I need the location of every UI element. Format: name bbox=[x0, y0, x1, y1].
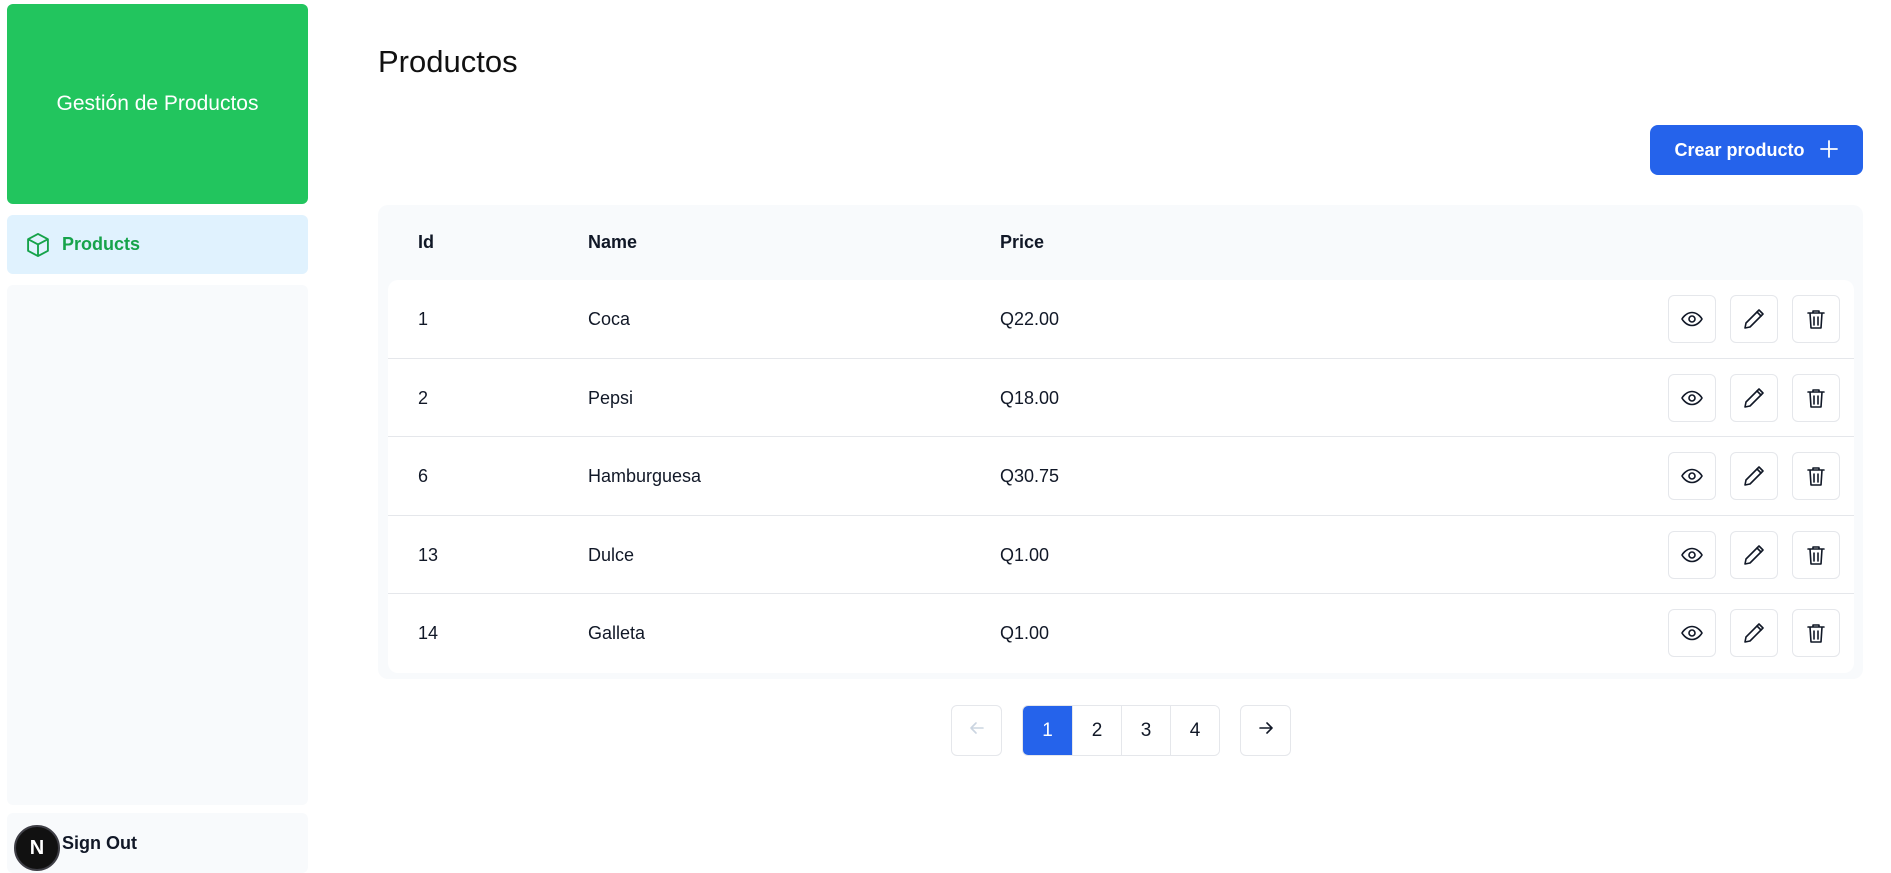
arrow-right-icon bbox=[1256, 718, 1276, 743]
edit-button[interactable] bbox=[1730, 452, 1778, 500]
eye-icon bbox=[1680, 464, 1704, 488]
next-page-button[interactable] bbox=[1240, 705, 1291, 756]
arrow-left-icon bbox=[967, 718, 987, 743]
prev-page-button[interactable] bbox=[951, 705, 1002, 756]
trash-icon bbox=[1804, 464, 1828, 488]
sidebar-item-products[interactable]: Products bbox=[7, 215, 308, 274]
edit-button[interactable] bbox=[1730, 295, 1778, 343]
eye-icon bbox=[1680, 307, 1704, 331]
pencil-icon bbox=[1742, 307, 1766, 331]
eye-icon bbox=[1680, 543, 1704, 567]
page-button-2[interactable]: 2 bbox=[1072, 706, 1121, 755]
cell-name: Pepsi bbox=[588, 387, 634, 408]
cell-id: 2 bbox=[418, 387, 429, 408]
sign-out-label: Sign Out bbox=[62, 832, 137, 853]
edit-button[interactable] bbox=[1730, 530, 1778, 579]
page-title: Productos bbox=[378, 44, 518, 79]
sidebar-item-label: Products bbox=[62, 234, 141, 254]
products-table: Id Name Price 1 Coca Q22.00 2 Pepsi Q18.00 6 Ha… bbox=[378, 205, 1863, 679]
row-actions bbox=[1668, 530, 1840, 579]
trash-icon bbox=[1804, 621, 1828, 645]
eye-icon bbox=[1680, 386, 1704, 410]
table-body: 1 Coca Q22.00 2 Pepsi Q18.00 6 Hamburguesa Q30.7… bbox=[388, 280, 1854, 673]
brand-title: Gestión de Productos bbox=[56, 92, 259, 115]
cell-name: Coca bbox=[588, 309, 631, 329]
header-price: Price bbox=[1000, 232, 1045, 252]
cell-price: Q1.00 bbox=[1000, 623, 1050, 643]
cell-price: Q18.00 bbox=[1000, 387, 1060, 408]
cell-price: Q1.00 bbox=[1000, 544, 1050, 565]
plus-icon bbox=[1819, 137, 1839, 163]
table-row: 1 Coca Q22.00 bbox=[388, 280, 1854, 359]
delete-button[interactable] bbox=[1792, 373, 1840, 422]
pagination: 1234 bbox=[951, 705, 1291, 756]
cube-icon bbox=[24, 231, 52, 259]
delete-button[interactable] bbox=[1792, 452, 1840, 500]
table-row: 14 Galleta Q1.00 bbox=[388, 594, 1854, 673]
trash-icon bbox=[1804, 543, 1828, 567]
sidebar-empty-area bbox=[7, 285, 308, 805]
view-button[interactable] bbox=[1668, 373, 1716, 422]
delete-button[interactable] bbox=[1792, 530, 1840, 579]
page-number-group: 1234 bbox=[1022, 705, 1220, 756]
brand-banner: Gestión de Productos bbox=[7, 4, 308, 204]
pencil-icon bbox=[1742, 464, 1766, 488]
view-button[interactable] bbox=[1668, 295, 1716, 343]
cell-id: 1 bbox=[418, 309, 429, 329]
cell-name: Hamburguesa bbox=[588, 466, 702, 486]
create-product-label: Crear producto bbox=[1674, 139, 1805, 160]
row-actions bbox=[1668, 452, 1840, 500]
pencil-icon bbox=[1742, 543, 1766, 567]
header-name: Name bbox=[588, 232, 638, 252]
cell-id: 6 bbox=[418, 466, 429, 486]
table-row: 6 Hamburguesa Q30.75 bbox=[388, 437, 1854, 516]
delete-button[interactable] bbox=[1792, 295, 1840, 343]
page-button-1[interactable]: 1 bbox=[1023, 706, 1072, 755]
row-actions bbox=[1668, 373, 1840, 422]
view-button[interactable] bbox=[1668, 452, 1716, 500]
cell-name: Dulce bbox=[588, 544, 635, 565]
view-button[interactable] bbox=[1668, 530, 1716, 579]
cell-price: Q30.75 bbox=[1000, 466, 1060, 486]
badge-letter: N bbox=[29, 836, 45, 859]
create-product-button[interactable]: Crear producto bbox=[1650, 125, 1863, 175]
header-id: Id bbox=[418, 232, 434, 252]
pencil-icon bbox=[1742, 621, 1766, 645]
n-badge-icon[interactable]: N bbox=[14, 825, 60, 871]
page-button-4[interactable]: 4 bbox=[1170, 706, 1219, 755]
sidebar: Gestión de Productos Products bbox=[7, 4, 308, 869]
row-actions bbox=[1668, 295, 1840, 343]
edit-button[interactable] bbox=[1730, 609, 1778, 657]
eye-icon bbox=[1680, 621, 1704, 645]
table-header: Id Name Price bbox=[378, 205, 1863, 280]
pencil-icon bbox=[1742, 386, 1766, 410]
page-button-3[interactable]: 3 bbox=[1121, 706, 1170, 755]
table-row: 2 Pepsi Q18.00 bbox=[388, 359, 1854, 437]
trash-icon bbox=[1804, 386, 1828, 410]
row-actions bbox=[1668, 609, 1840, 657]
edit-button[interactable] bbox=[1730, 373, 1778, 422]
delete-button[interactable] bbox=[1792, 609, 1840, 657]
trash-icon bbox=[1804, 307, 1828, 331]
cell-id: 13 bbox=[418, 544, 439, 565]
cell-price: Q22.00 bbox=[1000, 309, 1060, 329]
table-row: 13 Dulce Q1.00 bbox=[388, 516, 1854, 594]
cell-name: Galleta bbox=[588, 623, 646, 643]
view-button[interactable] bbox=[1668, 609, 1716, 657]
cell-id: 14 bbox=[418, 623, 439, 643]
